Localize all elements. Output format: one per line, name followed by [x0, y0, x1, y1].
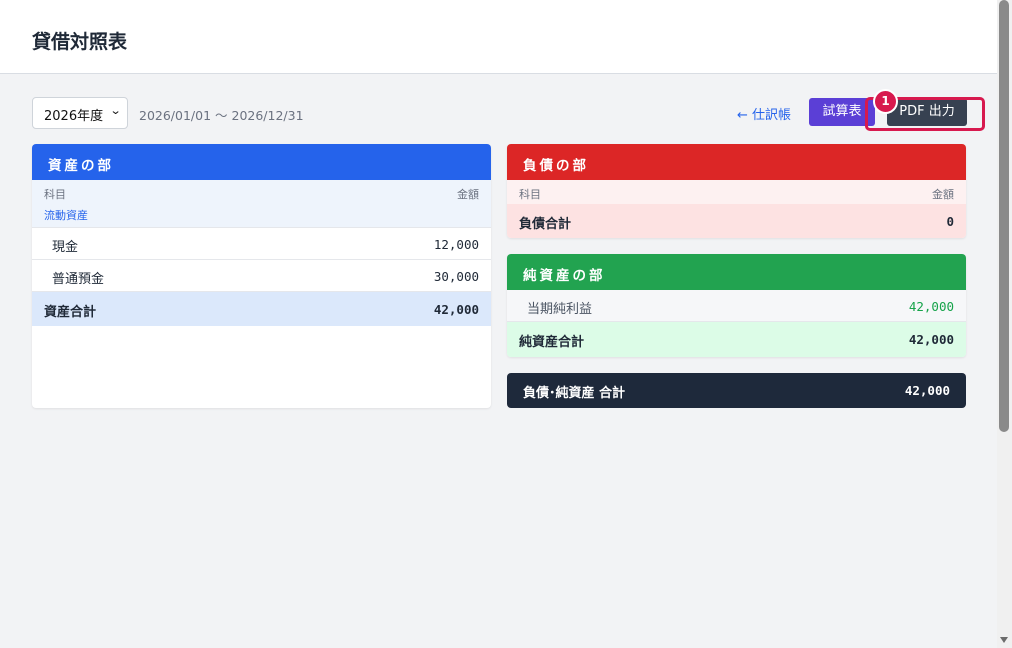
column-amount: 金額: [932, 188, 954, 201]
liabilities-card: 負債の部 科目 金額 負債合計 0: [507, 144, 966, 238]
scrollbar-thumb[interactable]: [999, 0, 1009, 432]
assets-total-label: 資産合計: [44, 305, 97, 320]
assets-column-header: 科目 金額: [32, 180, 491, 204]
table-row: 普通預金 30,000: [32, 260, 491, 292]
liabilities-total-row: 負債合計 0: [507, 204, 966, 238]
chevron-down-icon: ⌄: [109, 104, 122, 117]
table-row: 当期純利益 42,000: [507, 290, 966, 322]
net-assets-card: 純資産の部 当期純利益 42,000 純資産合計 42,000: [507, 254, 966, 357]
column-amount: 金額: [457, 188, 479, 201]
category-label: 流動資産: [44, 209, 88, 222]
account-name: 現金: [52, 240, 79, 255]
net-assets-total-label: 純資産合計: [519, 335, 585, 350]
net-assets-header: 純資産の部: [507, 254, 966, 290]
column-subject: 科目: [519, 188, 541, 201]
account-name: 普通預金: [52, 272, 105, 287]
page-header: 貸借対照表: [0, 0, 997, 74]
assets-header: 資産の部: [32, 144, 491, 180]
category-current-assets: 流動資産: [32, 204, 491, 228]
liabilities-total-label: 負債合計: [519, 217, 572, 232]
fiscal-year-select[interactable]: 2026年度 ⌄: [32, 97, 128, 129]
liabilities-total-amount: 0: [946, 214, 954, 229]
assets-total-row: 資産合計 42,000: [32, 292, 491, 326]
net-assets-total-amount: 42,000: [908, 332, 954, 347]
grand-total-bar: 負債･純資産 合計 42,000: [507, 373, 966, 408]
account-amount: 42,000: [908, 299, 954, 314]
scroll-down-arrow-icon[interactable]: [1000, 637, 1008, 643]
account-amount: 30,000: [433, 269, 479, 284]
grand-total-label: 負債･純資産 合計: [523, 386, 626, 401]
grand-total-amount: 42,000: [904, 383, 950, 398]
assets-card: 資産の部 科目 金額 流動資産 現金 12,000 普通預金 30,000 資産…: [32, 144, 491, 408]
fiscal-year-value: 2026年度: [44, 109, 104, 124]
account-amount: 12,000: [433, 237, 479, 252]
period-range: 2026/01/01 〜 2026/12/31: [139, 108, 304, 123]
annotation-badge: 1: [873, 89, 898, 114]
vertical-scrollbar[interactable]: [997, 0, 1012, 648]
page-title: 貸借対照表: [32, 31, 128, 53]
liabilities-header: 負債の部: [507, 144, 966, 180]
net-assets-total-row: 純資産合計 42,000: [507, 322, 966, 357]
table-row: 現金 12,000: [32, 228, 491, 260]
assets-total-amount: 42,000: [433, 302, 479, 317]
account-name: 当期純利益: [527, 302, 593, 317]
column-subject: 科目: [44, 188, 66, 201]
journal-link[interactable]: ← 仕訳帳: [737, 104, 791, 123]
toolbar: 2026年度 ⌄ 2026/01/01 〜 2026/12/31 ← 仕訳帳 試…: [32, 97, 967, 129]
liabilities-column-header: 科目 金額: [507, 180, 966, 204]
